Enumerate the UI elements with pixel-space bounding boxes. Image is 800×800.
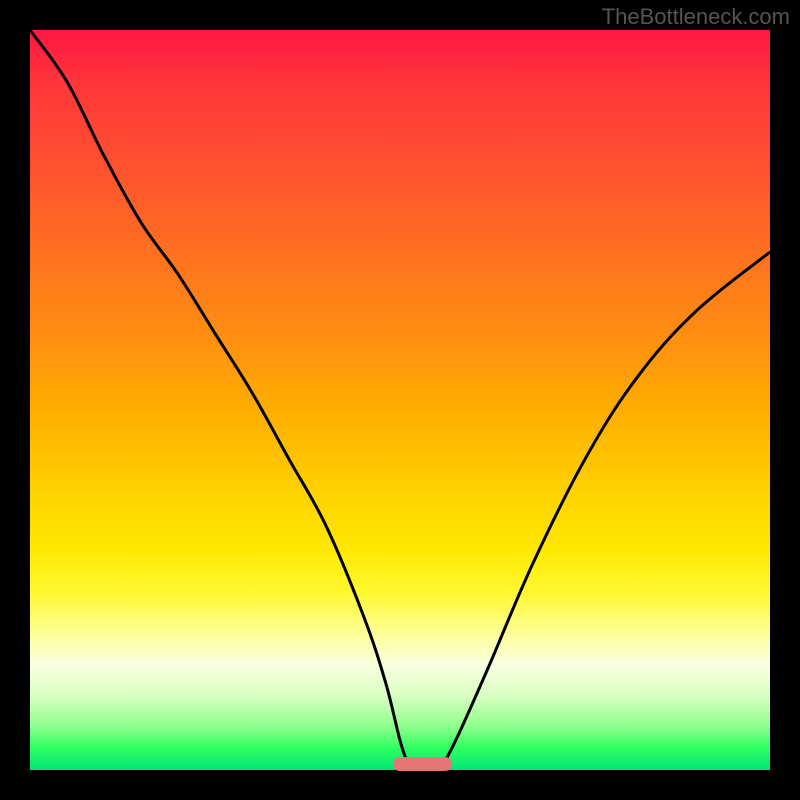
left-curve	[30, 30, 407, 763]
watermark-text: TheBottleneck.com	[602, 4, 790, 30]
right-curve	[444, 252, 770, 763]
bottleneck-marker	[393, 757, 452, 771]
chart-area	[30, 30, 770, 770]
curve-plot	[30, 30, 770, 770]
